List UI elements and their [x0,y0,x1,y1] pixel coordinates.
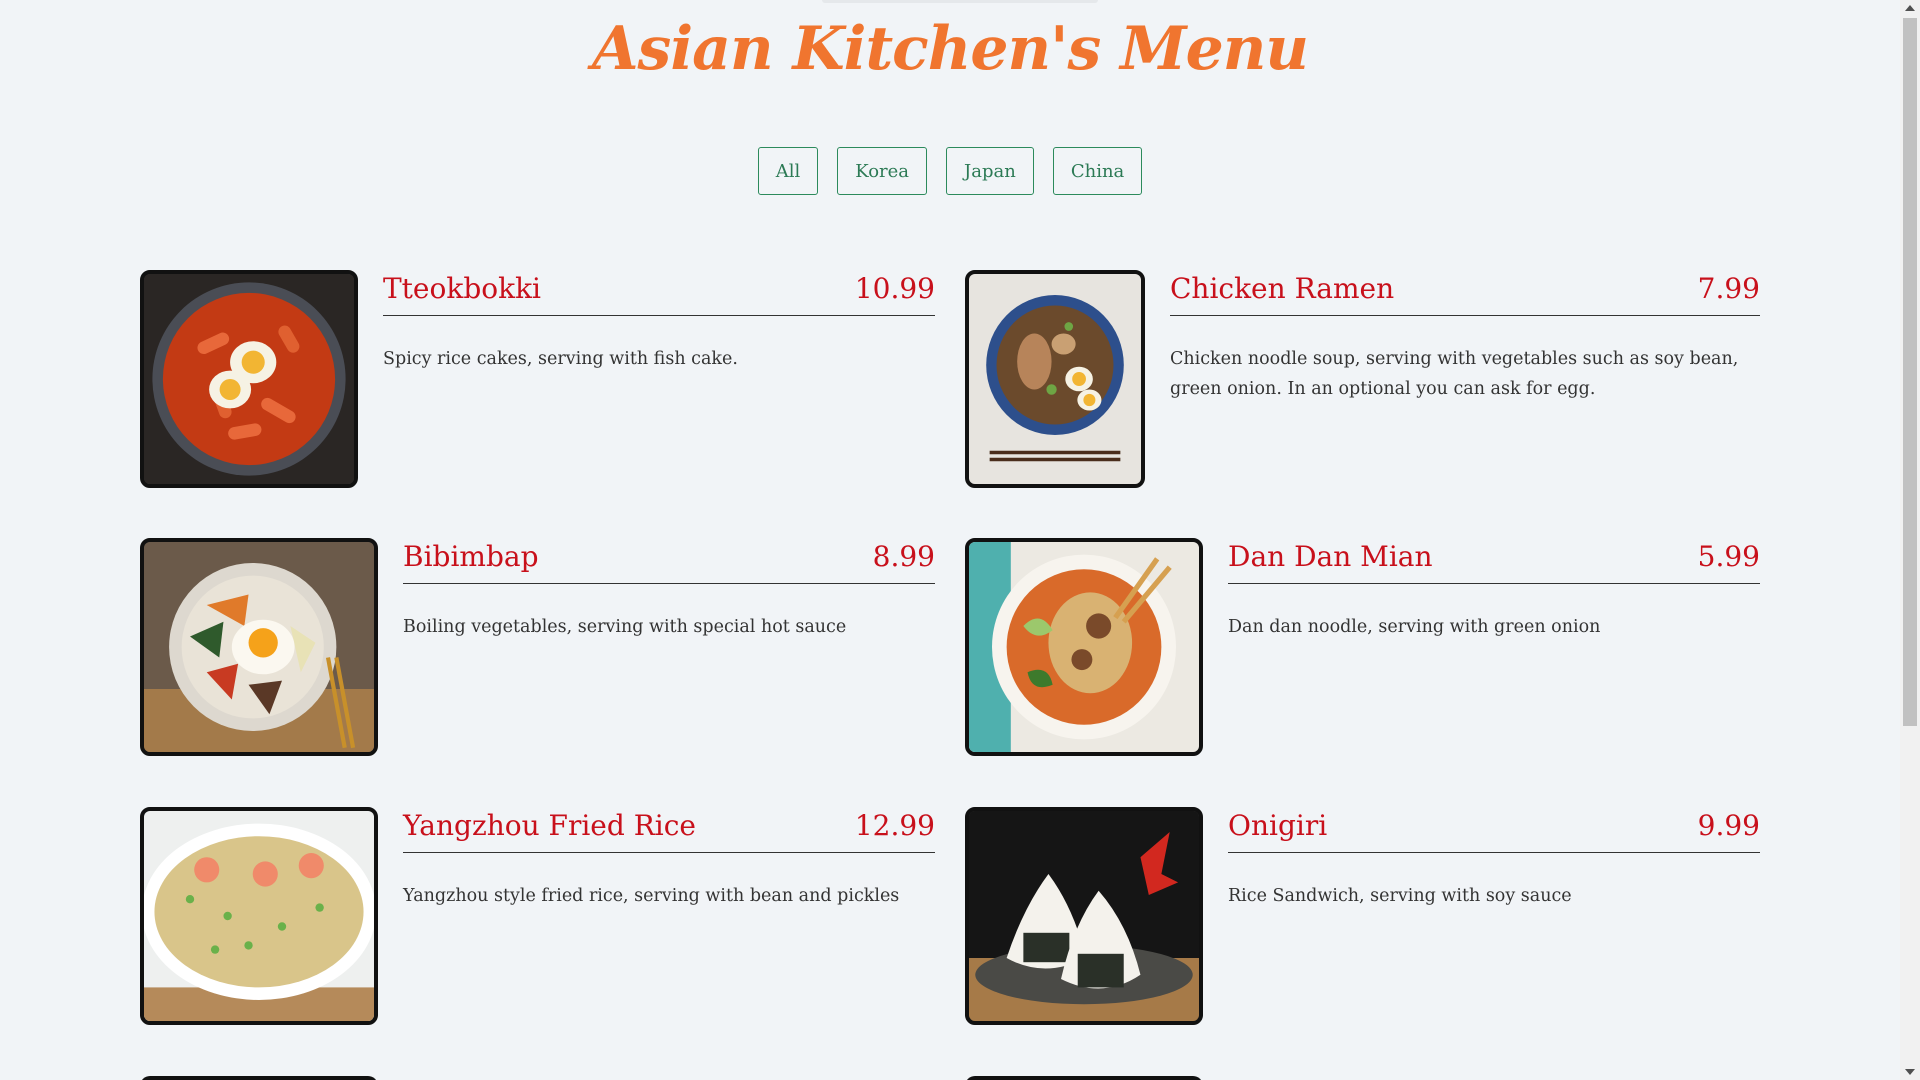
item-name: Chicken Ramen [1170,272,1395,305]
chicken-ramen-image [965,270,1145,488]
item-price: 7.99 [1697,272,1760,305]
dan-dan-mian-image [965,538,1203,756]
page-title: Asian Kitchen's Menu [592,14,1309,84]
item-name: Tteokbokki [383,272,541,305]
scroll-down-icon[interactable] [1905,1069,1915,1075]
item-description: Dan dan noodle, serving with green onion [1228,617,1601,637]
filter-bar: All Korea Japan China [0,147,1900,195]
filter-china-button[interactable]: China [1052,147,1143,195]
yangzhou-fried-rice-image [140,807,378,1025]
tteokbokki-image [140,270,358,488]
item-name: Yangzhou Fried Rice [403,809,696,842]
item-header: Chicken Ramen 7.99 [1170,270,1760,316]
filter-japan-button[interactable]: Japan [946,147,1034,195]
item-header: Dan Dan Mian 5.99 [1228,538,1760,584]
dan-dan-mian-info: Dan Dan Mian 5.99 Dan dan noodle, servin… [1228,538,1760,642]
filter-korea-button[interactable]: Korea [837,147,928,195]
next-item-image-left [140,1076,378,1080]
item-price: 8.99 [872,540,935,573]
item-price: 10.99 [854,272,935,305]
bibimbap-info: Bibimbap 8.99 Boiling vegetables, servin… [403,538,935,642]
filter-all-button[interactable]: All [757,147,819,195]
yangzhou-fried-rice-info: Yangzhou Fried Rice 12.99 Yangzhou style… [403,807,935,911]
item-price: 5.99 [1697,540,1760,573]
item-name: Bibimbap [403,540,539,573]
onigiri-image [965,807,1203,1025]
item-header: Bibimbap 8.99 [403,538,935,584]
scroll-up-icon[interactable] [1905,5,1915,11]
chicken-ramen-info: Chicken Ramen 7.99 Chicken noodle soup, … [1170,270,1760,404]
scrollbar-thumb[interactable] [1903,18,1917,726]
item-name: Onigiri [1228,809,1328,842]
item-description: Yangzhou style fried rice, serving with … [403,886,900,906]
item-description: Spicy rice cakes, serving with fish cake… [383,349,738,369]
vertical-scrollbar[interactable] [1900,0,1920,1080]
item-header: Yangzhou Fried Rice 12.99 [403,807,935,853]
tteokbokki-info: Tteokbokki 10.99 Spicy rice cakes, servi… [383,270,935,374]
item-description: Rice Sandwich, serving with soy sauce [1228,886,1572,906]
item-description: Chicken noodle soup, serving with vegeta… [1170,349,1739,399]
item-price: 9.99 [1697,809,1760,842]
item-description: Boiling vegetables, serving with special… [403,617,847,637]
item-price: 12.99 [854,809,935,842]
next-item-image-right [965,1076,1203,1080]
top-tab-handle [822,0,1098,3]
onigiri-info: Onigiri 9.99 Rice Sandwich, serving with… [1228,807,1760,911]
item-name: Dan Dan Mian [1228,540,1433,573]
item-header: Onigiri 9.99 [1228,807,1760,853]
bibimbap-image [140,538,378,756]
item-header: Tteokbokki 10.99 [383,270,935,316]
